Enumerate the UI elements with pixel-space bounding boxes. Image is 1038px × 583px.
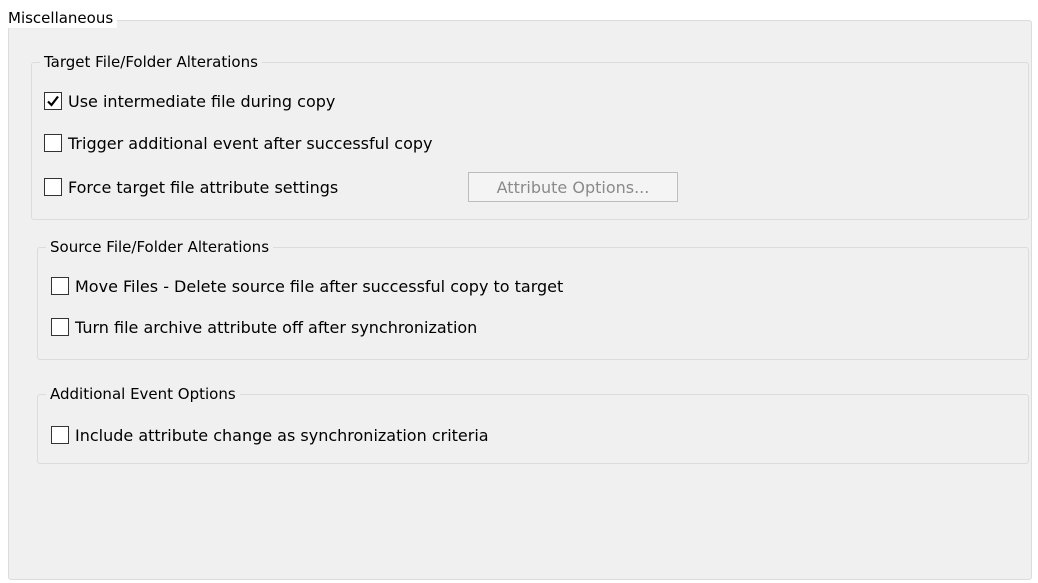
trigger-additional-event-checkbox[interactable] xyxy=(44,134,62,152)
source-alterations-group: Source File/Folder Alterations xyxy=(37,237,1029,360)
additional-event-options-title: Additional Event Options xyxy=(46,384,240,404)
move-files-label: Move Files - Delete source file after su… xyxy=(75,276,564,296)
move-files-checkbox[interactable] xyxy=(51,277,69,295)
use-intermediate-file-checkbox[interactable] xyxy=(44,92,62,110)
archive-attribute-off-label: Turn file archive attribute off after sy… xyxy=(75,317,478,337)
use-intermediate-file-label: Use intermediate file during copy xyxy=(68,91,336,111)
move-files-option[interactable]: Move Files - Delete source file after su… xyxy=(51,275,563,297)
archive-attribute-off-option[interactable]: Turn file archive attribute off after sy… xyxy=(51,316,477,338)
top-strip xyxy=(0,0,1038,20)
force-target-attributes-checkbox[interactable] xyxy=(44,178,62,196)
source-alterations-title: Source File/Folder Alterations xyxy=(46,237,274,257)
miscellaneous-title: Miscellaneous xyxy=(6,8,118,28)
archive-attribute-off-checkbox[interactable] xyxy=(51,318,69,336)
target-alterations-title: Target File/Folder Alterations xyxy=(40,52,262,72)
trigger-additional-event-label: Trigger additional event after successfu… xyxy=(68,133,433,153)
checkmark-icon xyxy=(47,95,59,107)
include-attribute-change-option[interactable]: Include attribute change as synchronizat… xyxy=(51,424,489,446)
include-attribute-change-checkbox[interactable] xyxy=(51,426,69,444)
use-intermediate-file-option[interactable]: Use intermediate file during copy xyxy=(44,90,335,112)
trigger-additional-event-option[interactable]: Trigger additional event after successfu… xyxy=(44,132,433,154)
miscellaneous-settings-page: Target File/Folder Alterations Source Fi… xyxy=(0,0,1038,583)
force-target-attributes-label: Force target file attribute settings xyxy=(68,177,339,197)
attribute-options-button[interactable]: Attribute Options... xyxy=(468,172,678,202)
include-attribute-change-label: Include attribute change as synchronizat… xyxy=(75,425,489,445)
force-target-attributes-option[interactable]: Force target file attribute settings xyxy=(44,176,338,198)
